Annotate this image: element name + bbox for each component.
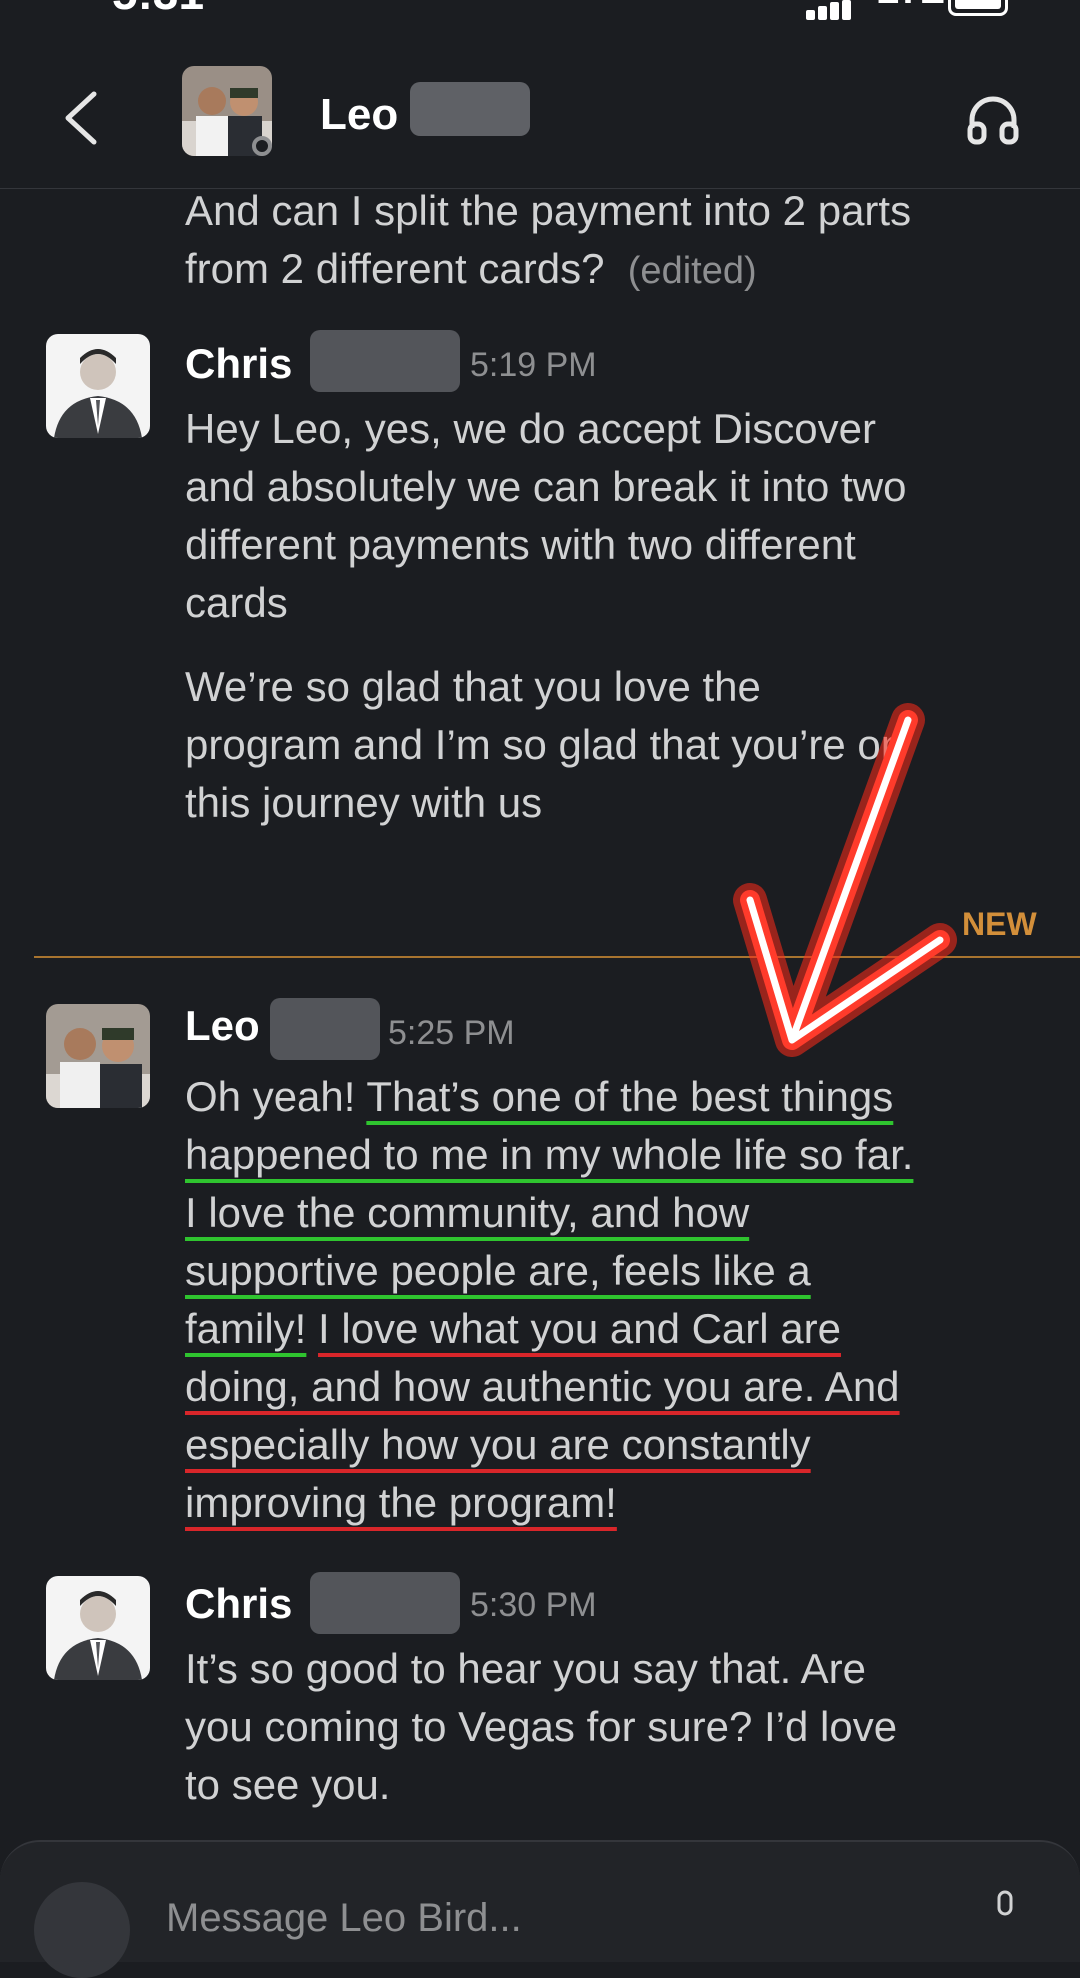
message-line: I love the community, and how [185,1184,1045,1242]
message-composer[interactable]: Message Leo Bird... [0,1840,1080,1978]
redacted-surname [310,1572,460,1634]
message-line: cards [185,579,288,626]
redacted-surname [310,330,460,392]
message-text: Hey Leo, yes, we do accept Discover and … [185,400,1045,632]
conversation-header: Leo [0,50,1080,189]
avatar-chris[interactable] [46,1576,150,1680]
message-text: It’s so good to hear you say that. Are y… [185,1640,1045,1814]
add-attachment-button[interactable] [34,1882,130,1978]
highlight-red: especially how you are constantly [185,1421,811,1468]
signal-icon [806,0,851,20]
highlight-green: I love the community, and how [185,1189,750,1236]
highlight-green: That’s one of the best things [366,1073,894,1120]
new-label: NEW [962,906,1037,942]
message-line: Hey Leo, yes, we do accept Discover [185,405,876,452]
message-line: and absolutely we can break it into two [185,463,907,510]
message-line: different payments with two different [185,521,856,568]
message-line: supportive people are, feels like a [185,1242,1045,1300]
message-line: family! I love what you and Carl are [185,1300,1045,1358]
sender-name[interactable]: Chris [185,1580,292,1628]
message-input[interactable]: Message Leo Bird... [166,1896,522,1941]
annotation-arrow [733,703,957,1057]
message-text: And can I split the payment into 2 parts… [185,182,1045,300]
redacted-surname [410,82,530,136]
edited-label: (edited) [627,250,757,292]
message-text: Oh yeah! That’s one of the best things h… [185,1068,1045,1532]
message-line: doing, and how authentic you are. And [185,1358,1045,1416]
message-line: It’s so good to hear you say that. Are [185,1645,866,1692]
highlight-red: improving the program! [185,1479,617,1526]
message-line: especially how you are constantly [185,1416,1045,1474]
highlight-red: I love what you and Carl are [318,1305,841,1352]
avatar-chris[interactable] [46,334,150,438]
message-time: 5:30 PM [470,1586,597,1624]
status-time: 5:31 [112,0,204,20]
message-line: you coming to Vegas for sure? I’d love [185,1703,898,1750]
highlight-green: supportive people are, feels like a [185,1247,811,1294]
message-line: Oh yeah! That’s one of the best things [185,1068,1045,1126]
battery-icon [948,0,1008,16]
message-time: 5:25 PM [388,1014,515,1052]
sender-name[interactable]: Leo [185,1002,260,1050]
message-line: And can I split the payment into 2 parts [185,187,912,234]
avatar-leo[interactable] [46,1004,150,1108]
highlight-red: doing, and how authentic you are. And [185,1363,900,1410]
highlight-green: family! [185,1305,307,1352]
sender-name[interactable]: Chris [185,340,292,388]
redacted-surname [270,998,380,1060]
message-line-part: from 2 different cards? [185,245,605,292]
message-line: to see you. [185,1761,391,1808]
message-line: improving the program! [185,1474,1045,1532]
status-bar: 5:31 LTE [0,0,1080,30]
message-line: from 2 different cards? (edited) [185,240,1045,300]
header-name[interactable]: Leo [320,90,398,140]
back-icon[interactable] [56,88,106,148]
mic-icon[interactable] [990,1890,1020,1930]
headphones-icon[interactable] [966,92,1020,146]
message-line-part: Oh yeah! [185,1073,367,1120]
presence-indicator [252,136,272,156]
network-label: LTE [876,0,945,13]
message-time: 5:19 PM [470,346,597,384]
message-line: happened to me in my whole life so far. [185,1126,1045,1184]
highlight-green: happened to me in my whole life so far. [185,1131,914,1178]
